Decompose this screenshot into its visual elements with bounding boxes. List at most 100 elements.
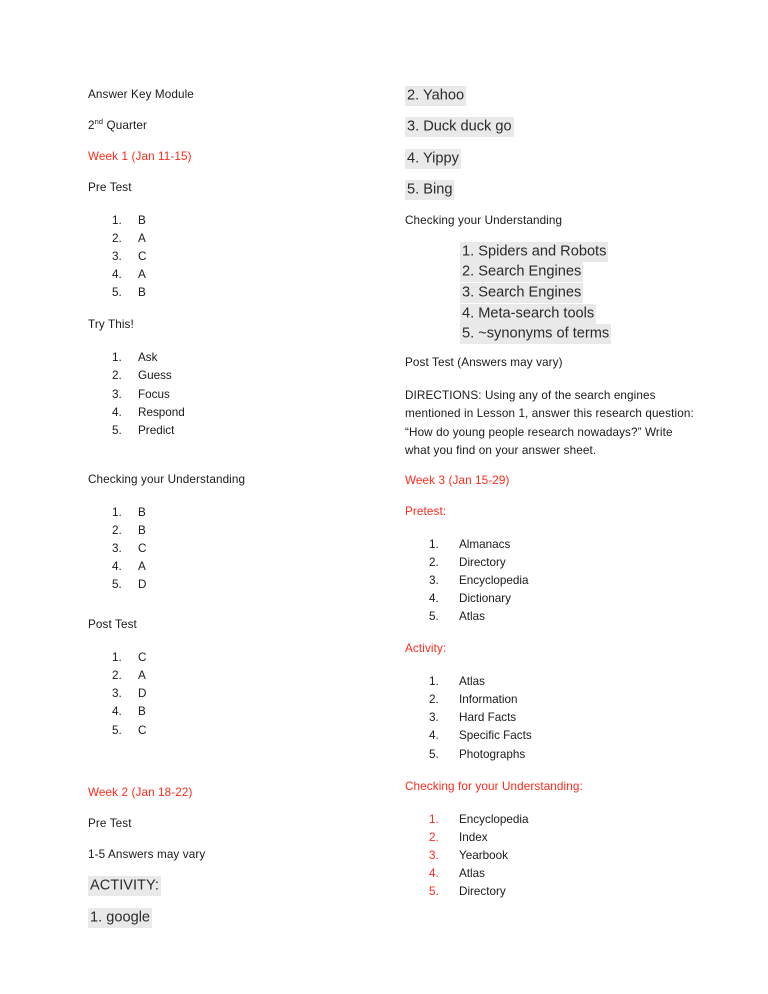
- highlighted-text: 2. Yahoo: [405, 85, 467, 106]
- list-text: Directory: [459, 555, 506, 569]
- week2-heading: Week 2 (Jan 18-22): [88, 785, 193, 799]
- week2-directions-paragraph: DIRECTIONS: Using any of the search engi…: [405, 389, 694, 457]
- list-number: 3.: [429, 848, 439, 862]
- week1-pre-test-list: 1. B 2. A 3. C 4. A 5. B: [88, 212, 378, 302]
- list-number: 5.: [429, 884, 439, 898]
- list-text: C: [138, 541, 147, 555]
- week3-pretest-label: Pretest:: [405, 504, 447, 518]
- week1-checking-list: 1. B 2. B 3. C 4. A 5. D: [88, 504, 378, 594]
- week1-post-test-list: 1. C 2. A 3. D 4. B 5. C: [88, 649, 378, 739]
- list-item: 4. Respond: [88, 404, 378, 422]
- week1-checking-label: Checking your Understanding: [88, 472, 246, 486]
- list-item: 4. Specific Facts: [405, 727, 695, 745]
- list-item: 1. Almanacs: [405, 536, 695, 554]
- list-text: Dictionary: [459, 592, 511, 605]
- list-item: 2. B: [88, 522, 378, 540]
- list-number: 3.: [112, 387, 122, 401]
- list-item: 5. Atlas: [405, 608, 695, 626]
- quarter-number: 2: [88, 118, 95, 132]
- week2-activity-item-2: 2. Yahoo: [405, 85, 695, 106]
- list-number: 2.: [429, 555, 439, 569]
- highlighted-text: 4. Meta-search tools: [460, 303, 597, 324]
- highlighted-text: 5. Bing: [405, 180, 455, 201]
- list-text: D: [138, 578, 147, 592]
- list-text: Predict: [138, 423, 175, 437]
- list-number: 2.: [112, 523, 122, 537]
- list-number: 3.: [112, 250, 122, 264]
- list-number: 4.: [429, 866, 439, 880]
- list-number: 5.: [429, 747, 439, 761]
- list-text: C: [138, 250, 147, 264]
- list-item: 4. B: [88, 703, 378, 721]
- week2-activity-item-5: 5. Bing: [405, 180, 695, 201]
- list-text: Ask: [138, 351, 158, 365]
- week1-pre-test-label: Pre Test: [88, 180, 132, 194]
- left-column: Answer Key Module 2nd Quarter Week 1 (Ja…: [88, 88, 378, 942]
- list-item: 2. A: [88, 230, 378, 248]
- list-number: 5.: [112, 578, 122, 592]
- list-item: 1. B: [88, 504, 378, 522]
- list-number: 1.: [112, 505, 122, 519]
- list-item: 1. B: [88, 212, 378, 230]
- list-item: 5. Predict: [88, 422, 378, 440]
- list-number: 5.: [429, 610, 439, 624]
- highlighted-text: 5. ~synonyms of terms: [460, 324, 612, 345]
- list-text: B: [138, 523, 146, 537]
- list-item: 3. Yearbook: [405, 847, 695, 865]
- week1-try-this-label: Try This!: [88, 318, 134, 332]
- list-item: 1. Encyclopedia: [405, 811, 695, 829]
- list-number: 1.: [429, 537, 439, 551]
- quarter-ordinal-suffix: nd: [94, 117, 104, 127]
- list-number: 3.: [112, 687, 122, 701]
- list-text: Respond: [138, 405, 185, 419]
- list-item: 5. B: [88, 284, 378, 302]
- highlighted-text: 1. Spiders and Robots: [460, 241, 609, 262]
- list-text: B: [138, 213, 146, 227]
- week2-activity-item-1: 1. google: [88, 907, 378, 928]
- week2-pre-test-note: 1-5 Answers may vary: [88, 847, 206, 861]
- list-text: Yearbook: [459, 848, 508, 862]
- list-item: 1. Atlas: [405, 673, 695, 691]
- week3-checking-label: Checking for your Understanding:: [405, 779, 583, 793]
- list-text: A: [138, 231, 146, 245]
- week2-checking-list: 1. Spiders and Robots 2. Search Engines …: [405, 241, 695, 345]
- list-number: 5.: [112, 423, 122, 437]
- list-number: 5.: [112, 286, 122, 300]
- week2-pre-test-label: Pre Test: [88, 816, 132, 830]
- list-number: 4.: [112, 705, 122, 719]
- list-text: Index: [459, 830, 488, 844]
- list-item: 4. A: [88, 266, 378, 284]
- list-item: 2. Search Engines: [405, 262, 695, 283]
- list-item: 3. C: [88, 540, 378, 558]
- list-text: A: [138, 268, 146, 282]
- list-number: 5.: [112, 723, 122, 737]
- list-item: 3. Encyclopedia: [405, 572, 695, 590]
- highlighted-text: 3. Duck duck go: [405, 117, 514, 138]
- list-item: 2. Guess: [88, 367, 378, 385]
- list-number: 4.: [429, 592, 439, 605]
- list-number: 2.: [429, 830, 439, 844]
- list-item: 2. Information: [405, 691, 695, 709]
- list-text: B: [138, 705, 146, 719]
- list-text: Atlas: [459, 675, 485, 689]
- week3-activity-label: Activity:: [405, 642, 447, 656]
- list-text: Atlas: [459, 866, 485, 880]
- list-number: 3.: [429, 573, 439, 587]
- list-number: 3.: [429, 711, 439, 725]
- list-item: 3. C: [88, 248, 378, 266]
- week3-checking-list: 1. Encyclopedia 2. Index 3. Yearbook 4. Atla…: [405, 811, 695, 901]
- list-item: 5. ~synonyms of terms: [405, 324, 695, 345]
- list-text: Atlas: [459, 610, 485, 624]
- document-page: Answer Key Module 2nd Quarter Week 1 (Ja…: [0, 0, 768, 994]
- list-item: 4. Meta-search tools: [405, 303, 695, 324]
- list-item: 3. Hard Facts: [405, 709, 695, 727]
- week2-activity-label: ACTIVITY:: [88, 876, 378, 897]
- week2-post-test-label: Post Test (Answers may vary): [405, 356, 563, 370]
- list-item: 3. D: [88, 685, 378, 703]
- week3-pretest-list: 1. Almanacs 2. Directory 3. Encyclopedia 4.…: [405, 536, 695, 626]
- list-text: A: [138, 669, 146, 683]
- list-text: B: [138, 505, 146, 519]
- week2-activity-item-4: 4. Yippy: [405, 148, 695, 169]
